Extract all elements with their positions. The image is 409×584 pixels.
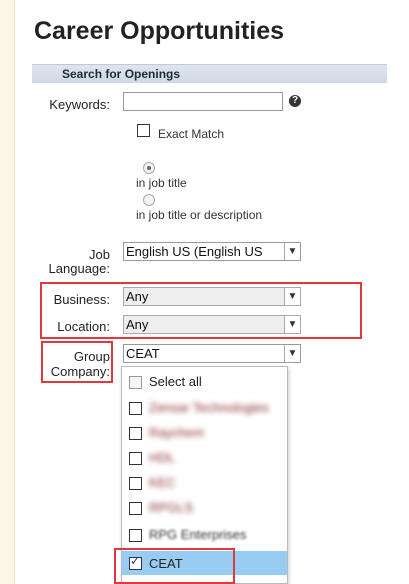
group-company-label-line1: Group: [73, 349, 110, 364]
item-label: HDL: [149, 450, 176, 465]
group-company-dropdown: Select all Zensar Technologies Raychem H…: [121, 366, 288, 584]
item-label: CEAT: [149, 556, 183, 571]
dropdown-item[interactable]: RPGLS: [122, 497, 287, 519]
dropdown-item[interactable]: HDL: [122, 447, 287, 469]
item-label: KEC: [149, 475, 176, 490]
dropdown-item[interactable]: KEC: [122, 472, 287, 494]
select-all-label: Select all: [149, 374, 202, 389]
job-language-label-line2: Language:: [48, 261, 110, 276]
item-checkbox[interactable]: [129, 452, 142, 465]
dropdown-item[interactable]: RPG Enterprises: [122, 524, 287, 546]
dropdown-item[interactable]: Zensar Technologies: [122, 397, 287, 419]
select-all-checkbox[interactable]: [129, 376, 142, 389]
item-checkbox-checked[interactable]: [129, 554, 142, 570]
item-checkbox[interactable]: [129, 402, 142, 415]
location-select[interactable]: Any ▼: [123, 315, 301, 334]
location-value: Any: [126, 317, 149, 332]
dropdown-item[interactable]: Raychem: [122, 422, 287, 444]
left-page-border: [0, 0, 15, 584]
chevron-down-icon: ▼: [284, 316, 300, 333]
item-label: Raychem: [149, 425, 204, 440]
business-select[interactable]: Any ▼: [123, 287, 301, 306]
radio-title-desc-label: in job title or description: [136, 208, 263, 222]
section-title: Search for Openings: [62, 67, 181, 81]
job-language-select[interactable]: English US (English US ▼: [123, 242, 301, 261]
item-checkbox[interactable]: [129, 502, 142, 515]
chevron-down-icon: ▼: [284, 345, 300, 362]
page-title: Career Opportunities: [34, 17, 285, 45]
radio-in-job-title-label: in job title: [136, 176, 187, 190]
chevron-down-icon: ▼: [284, 288, 300, 305]
group-company-label-line2: Company:: [50, 364, 110, 379]
radio-in-title-or-description[interactable]: [143, 194, 155, 206]
exact-match-label: Exact Match: [158, 127, 225, 141]
dropdown-item-selected[interactable]: CEAT: [122, 551, 287, 575]
job-language-value: English US (English US: [126, 244, 263, 259]
item-label: Zensar Technologies: [149, 400, 269, 415]
group-company-select[interactable]: CEAT ▼: [123, 344, 301, 363]
item-checkbox[interactable]: [129, 477, 142, 490]
exact-match-checkbox[interactable]: [137, 124, 150, 137]
dropdown-select-all[interactable]: Select all: [122, 371, 287, 393]
chevron-down-icon: ▼: [284, 243, 300, 260]
search-section-header: Search for Openings: [32, 64, 387, 83]
business-label: Business:: [53, 292, 110, 307]
item-label: RPG Enterprises: [149, 527, 247, 542]
question-circle-icon[interactable]: ?: [289, 95, 301, 107]
keywords-input[interactable]: [123, 92, 283, 111]
location-label: Location:: [57, 319, 110, 334]
item-checkbox[interactable]: [129, 529, 142, 542]
keywords-label: Keywords:: [49, 97, 110, 112]
radio-in-job-title[interactable]: [143, 162, 155, 174]
item-label: RPGLS: [149, 500, 194, 515]
business-value: Any: [126, 289, 149, 304]
group-company-value: CEAT: [126, 346, 160, 361]
item-checkbox[interactable]: [129, 427, 142, 440]
job-language-label-line1: Job: [89, 247, 110, 262]
